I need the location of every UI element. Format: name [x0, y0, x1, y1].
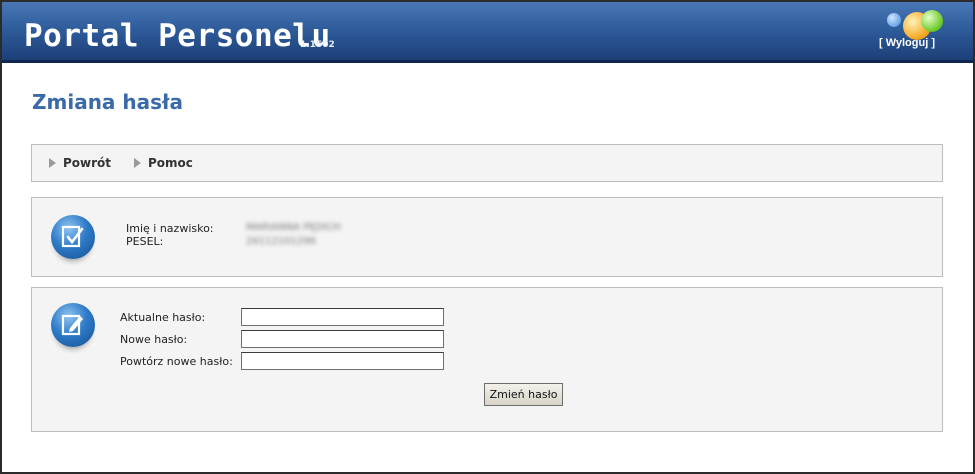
blue-bubble-icon — [887, 13, 901, 27]
arrow-right-icon — [49, 158, 56, 168]
document-check-icon — [51, 215, 95, 259]
back-link[interactable]: Powrót — [49, 156, 111, 170]
app-window: Portal Personelu 1.1502 [ Wyloguj ] Zmia… — [0, 0, 975, 474]
nav-toolbar: Powrót Pomoc — [31, 144, 943, 182]
user-info-panel: Imię i nazwisko: PESEL: MARIANNA PĘDICH … — [31, 197, 943, 277]
change-password-button[interactable]: Zmień hasło — [484, 383, 563, 406]
new-password-label: Nowe hasło: — [120, 333, 188, 346]
back-link-label: Powrót — [63, 156, 112, 170]
name-value: MARIANNA PĘDICH — [246, 222, 341, 233]
repeat-password-label: Powtórz nowe hasło: — [120, 355, 233, 368]
green-bubble-icon — [921, 10, 943, 32]
arrow-right-icon — [134, 158, 141, 168]
app-title: Portal Personelu — [24, 18, 331, 54]
page-title: Zmiana hasła — [32, 90, 183, 114]
current-password-input[interactable] — [241, 308, 444, 326]
password-form-panel: Aktualne hasło: Nowe hasło: Powtórz nowe… — [31, 287, 943, 432]
name-label: Imię i nazwisko: — [126, 222, 214, 235]
current-password-label: Aktualne hasło: — [120, 311, 206, 324]
document-edit-icon — [51, 303, 95, 347]
header-bar: Portal Personelu 1.1502 [ Wyloguj ] — [2, 2, 973, 63]
help-link-label: Pomoc — [148, 156, 193, 170]
repeat-password-input[interactable] — [241, 352, 444, 370]
pesel-value: 26112101296 — [246, 236, 316, 247]
pesel-label: PESEL: — [126, 235, 164, 248]
app-version: 1.1502 — [300, 40, 335, 50]
logout-link[interactable]: [ Wyloguj ] — [879, 37, 935, 49]
new-password-input[interactable] — [241, 330, 444, 348]
help-link[interactable]: Pomoc — [134, 156, 193, 170]
